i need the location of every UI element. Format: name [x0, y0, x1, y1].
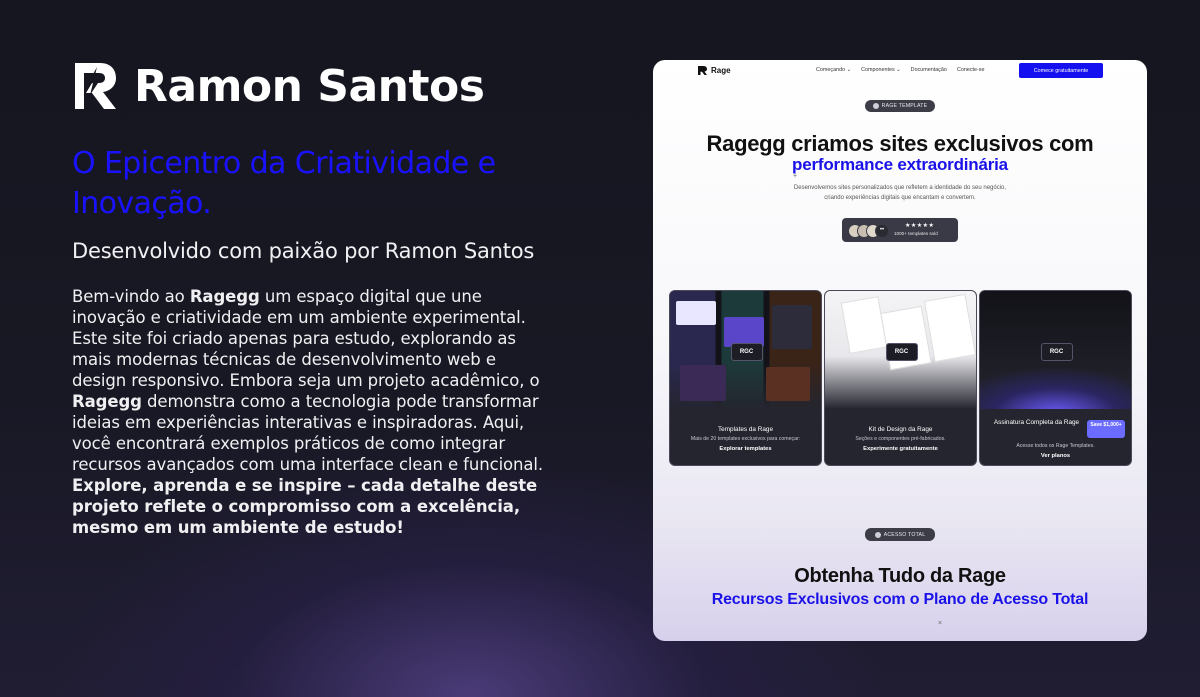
rage-logo-icon: [698, 66, 707, 75]
price-badge: Save $1,000+: [1087, 420, 1125, 438]
social-proof: •• ★★★★★ 1000+ templates sold: [842, 218, 958, 242]
hero-badge: RAGE TEMPLATE: [865, 100, 935, 112]
preview-nav-links: Começando ⌄ Componentes ⌄ Documentação C…: [816, 67, 985, 73]
headline: O Epicentro da Criatividade e Inovação.: [72, 146, 496, 221]
card-subtitle: Mais de 20 templates exclusivos para com…: [690, 436, 801, 442]
intro-text: Bem-vindo ao: [72, 287, 190, 306]
intro-text: demonstra como a tecnologia pode transfo…: [72, 392, 544, 474]
access-title: Obtenha Tudo da Rage: [794, 565, 1006, 587]
nav-link-comecando[interactable]: Começando ⌄: [816, 67, 851, 73]
intro-callout: Explore, aprenda e se inspire – cada det…: [72, 476, 538, 537]
card-title: Templates da Rage: [717, 426, 774, 433]
profile-name: Ramon Santos: [134, 60, 485, 112]
nav-link-documentacao[interactable]: Documentação: [911, 67, 947, 73]
preview-logo[interactable]: Rage: [697, 65, 731, 76]
hero-title: Ragegg criamos sites exclusivos com: [706, 131, 1094, 156]
card-subtitle: Acesse todos os Rage Templates.: [1016, 443, 1095, 449]
card-subtitle: Seções e componentes pré-fabricados.: [855, 436, 946, 442]
nav-link-componentes[interactable]: Componentes ⌄: [861, 67, 901, 73]
card-link[interactable]: Experimente gratuitamente: [825, 446, 976, 452]
rating-stars: ★★★★★: [905, 223, 935, 229]
brand: Ramon Santos: [72, 58, 552, 114]
rating-text: 1000+ templates sold: [894, 231, 938, 236]
card-rgc-badge: RGC: [730, 343, 763, 361]
site-preview[interactable]: Rage Começando ⌄ Componentes ⌄ Documenta…: [653, 60, 1147, 641]
access-badge-label: ACESSO TOTAL: [883, 531, 926, 538]
card-title: Assinatura Completa da Rage: [993, 419, 1080, 426]
card-design-kit[interactable]: RGC Kit de Design da Rage Seções e compo…: [824, 290, 977, 466]
intro-brand: Ragegg: [72, 392, 142, 411]
sparkle-icon: ×: [938, 620, 943, 627]
hero-description: Desenvolvemos sites personalizados que r…: [793, 185, 1007, 201]
card-rgc-badge: RGC: [1040, 343, 1073, 361]
intro-brand: Ragegg: [189, 287, 260, 306]
card-link[interactable]: Explorar templates: [670, 446, 821, 452]
preview-navbar: Rage Começando ⌄ Componentes ⌄ Documenta…: [653, 60, 1147, 82]
access-badge: ACESSO TOTAL: [865, 528, 935, 541]
hero-title-highlight: performance extraordinária: [792, 155, 1008, 174]
card-subscription[interactable]: RGC Assinatura Completa da Rage Save $1,…: [979, 290, 1132, 466]
sparkle-icon: +: [793, 173, 798, 180]
intro-paragraph: Bem-vindo ao Ragegg um espaço digital qu…: [72, 286, 552, 538]
nav-link-conecte[interactable]: Conecte-se: [957, 67, 985, 73]
more-avatars-icon: ••: [875, 224, 889, 238]
card-rgc-badge: RGC: [885, 343, 918, 361]
cta-button[interactable]: Comece gratuitamente: [1019, 63, 1103, 78]
preview-logo-text: Rage: [711, 66, 731, 75]
hero-badge-label: RAGE TEMPLATE: [881, 103, 928, 109]
card-link[interactable]: Ver planos: [980, 453, 1131, 459]
badge-dot-icon: [874, 531, 881, 538]
ragegg-logo-icon: [75, 63, 116, 109]
subtitle: Desenvolvido com paixão por Ramon Santos: [72, 239, 535, 263]
card-templates[interactable]: RGC Templates da Rage Mais de 20 templat…: [669, 290, 822, 466]
access-subtitle: Recursos Exclusivos com o Plano de Acess…: [711, 591, 1089, 608]
profile-panel: Ramon Santos O Epicentro da Criatividade…: [72, 58, 552, 538]
badge-dot-icon: [872, 103, 879, 109]
card-title: Kit de Design da Rage: [868, 426, 933, 433]
